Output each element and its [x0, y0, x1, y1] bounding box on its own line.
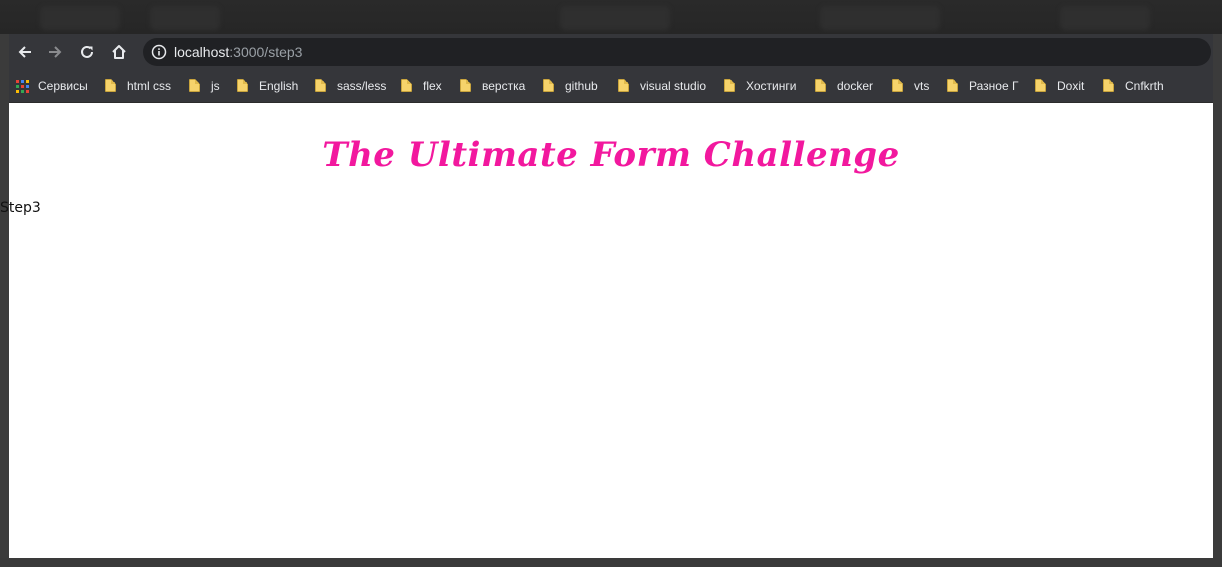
back-button[interactable] [9, 34, 41, 70]
folder-icon [237, 79, 249, 93]
bookmarks-bar: Сервисы html css js English sass/less fl… [9, 70, 1213, 103]
forward-arrow-icon [49, 46, 62, 58]
bookmark-label: visual studio [640, 79, 707, 93]
home-button[interactable] [103, 34, 135, 70]
bookmark-verstka[interactable]: верстка [460, 76, 525, 96]
bookmark-docker[interactable]: docker [815, 76, 873, 96]
browser-window: localhost:3000/step3 Сервисы html css js… [0, 0, 1222, 567]
folder-icon [947, 79, 959, 93]
reload-icon [81, 45, 93, 58]
bookmark-label: English [259, 79, 299, 93]
bookmark-english[interactable]: English [237, 76, 298, 96]
bookmark-hosting[interactable]: Хостинги [724, 76, 796, 96]
url-text: localhost:3000/step3 [174, 44, 302, 60]
folder-icon [105, 79, 117, 93]
page-title: The Ultimate Form Challenge [322, 135, 900, 175]
folder-icon [892, 79, 904, 93]
url-host: localhost [174, 44, 230, 60]
bookmark-github[interactable]: github [543, 76, 598, 96]
bookmark-label: github [565, 79, 598, 93]
bookmark-label: Разное Г [969, 79, 1019, 93]
bookmark-label: sass/less [337, 79, 387, 93]
bookmark-cnfkrth[interactable]: Cnfkrth [1103, 76, 1164, 96]
folder-icon [543, 79, 555, 93]
bookmark-doxit[interactable]: Doxit [1035, 76, 1084, 96]
bookmark-label: Cnfkrth [1125, 79, 1164, 93]
step-label: Step3 [0, 200, 41, 216]
bookmark-vts[interactable]: vts [892, 76, 929, 96]
apps-icon [16, 79, 29, 93]
folder-icon [815, 79, 827, 93]
bookmark-visual-studio[interactable]: visual studio [618, 76, 706, 96]
tab-strip [0, 0, 1222, 34]
bookmark-services[interactable]: Сервисы [16, 76, 88, 96]
bookmark-sass-less[interactable]: sass/less [315, 76, 386, 96]
bookmark-label: html css [127, 79, 172, 93]
bookmark-js[interactable]: js [189, 76, 220, 96]
folder-icon [315, 79, 327, 93]
info-icon[interactable] [151, 44, 167, 60]
bookmark-label: Хостинги [746, 79, 797, 93]
url-path: :3000/step3 [229, 44, 303, 60]
bookmark-label: docker [837, 79, 874, 93]
bookmark-label: верстка [482, 79, 526, 93]
address-bar[interactable]: localhost:3000/step3 [143, 38, 1211, 66]
home-icon [112, 45, 126, 59]
bookmark-label: js [211, 79, 220, 93]
folder-icon [401, 79, 413, 93]
bookmark-flex[interactable]: flex [401, 76, 442, 96]
folder-icon [460, 79, 472, 93]
folder-icon [1035, 79, 1047, 93]
bookmark-label: Сервисы [38, 79, 88, 93]
bookmark-label: vts [914, 79, 930, 93]
browser-toolbar: localhost:3000/step3 [9, 34, 1213, 70]
page-content: The Ultimate Form Challenge Step3 [0, 103, 1213, 558]
folder-icon [618, 79, 630, 93]
bookmark-label: flex [423, 79, 442, 93]
back-arrow-icon [18, 46, 31, 58]
window-bottom-border [0, 558, 1222, 567]
bookmark-label: Doxit [1057, 79, 1085, 93]
bookmark-html-css[interactable]: html css [105, 76, 171, 96]
folder-icon [1103, 79, 1115, 93]
forward-button[interactable] [39, 34, 71, 70]
folder-icon [189, 79, 201, 93]
folder-icon [724, 79, 736, 93]
bookmark-raznoe[interactable]: Разное Г [947, 76, 1018, 96]
reload-button[interactable] [71, 34, 103, 70]
